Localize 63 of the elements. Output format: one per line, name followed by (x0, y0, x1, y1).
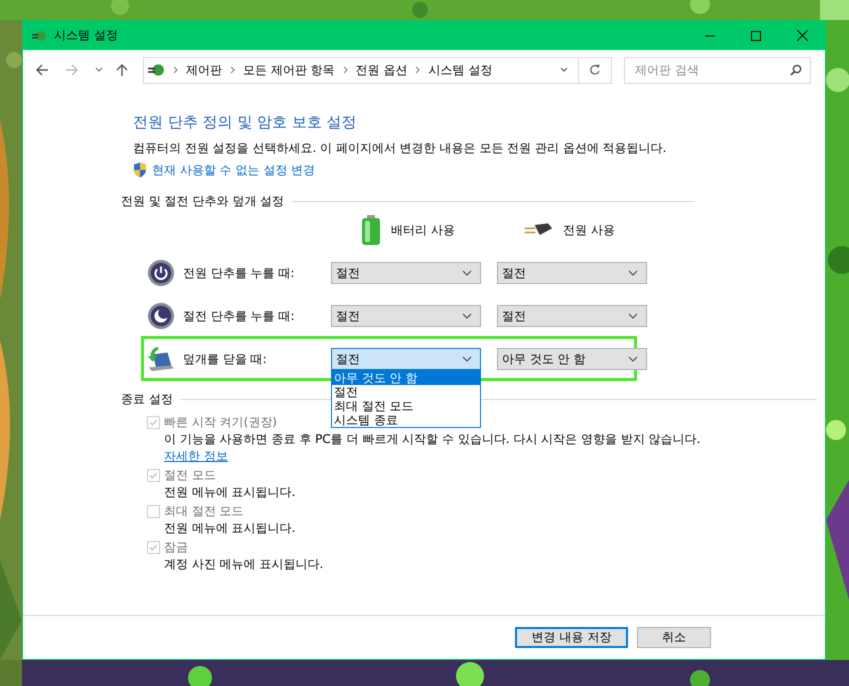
battery-icon (361, 215, 381, 245)
breadcrumb-item[interactable]: 전원 옵션 (356, 62, 408, 78)
chevron-down-icon[interactable] (95, 67, 103, 73)
checkmark-icon (148, 470, 159, 481)
dropdown-option[interactable]: 절전 (332, 385, 480, 399)
window-title: 시스템 설정 (54, 28, 118, 43)
breadcrumb-item[interactable]: 시스템 설정 (428, 62, 492, 78)
back-icon[interactable] (35, 63, 49, 77)
address-bar[interactable]: 제어판 모든 제어판 항목 전원 옵션 시스템 설정 (143, 56, 612, 84)
laptop-icon (147, 345, 175, 373)
moon-button-icon (147, 302, 175, 330)
save-button[interactable]: 변경 내용 저장 (515, 627, 628, 648)
chevron-down-icon (628, 270, 638, 276)
dropdown[interactable]: 절전 (331, 305, 481, 327)
option-description: 전원 메뉴에 표시됩니다. (163, 520, 296, 537)
admin-link[interactable]: 현재 사용할 수 없는 설정 변경 (152, 162, 316, 178)
search-field[interactable]: 제어판 검색 (624, 56, 811, 84)
shield-icon (133, 162, 147, 178)
chevron-down-icon (628, 313, 638, 319)
chevron-down-icon (462, 313, 472, 319)
maximize-icon (751, 30, 761, 40)
breadcrumb-item[interactable]: 모든 제어판 항목 (243, 62, 335, 78)
up-arrow-icon[interactable] (115, 63, 129, 77)
chevron-down-icon (462, 356, 472, 362)
page-description: 컴퓨터의 전원 설정을 선택하세요. 이 페이지에서 변경한 내용은 모든 전원 관리 옵션에 적용됩니다. (133, 141, 668, 156)
dropdown[interactable]: 절전 (497, 262, 647, 284)
chevron-right-icon (173, 66, 178, 74)
dropdown[interactable]: 절전 (331, 348, 481, 370)
row-label: 절전 단추를 누를 때: (183, 308, 294, 324)
page-heading: 전원 단추 정의 및 암호 보호 설정 (133, 113, 358, 132)
section-title: 종료 설정 (121, 392, 173, 407)
power-button-icon (147, 259, 175, 287)
checkbox-label: 빠른 시작 켜기(권장) (164, 414, 277, 431)
dropdown[interactable]: 절전 (331, 262, 481, 284)
dropdown[interactable]: 절전 (497, 305, 647, 327)
option-description: 이 기능을 사용하면 종료 후 PC를 더 빠르게 시작할 수 있습니다. 다시 시작은 영향을 받지 않습니다. (163, 431, 702, 448)
chevron-right-icon (342, 66, 348, 74)
dropdown-option[interactable]: 최대 절전 모드 (332, 399, 480, 413)
dropdown-option[interactable]: 시스템 종료 (332, 413, 480, 427)
dropdown[interactable]: 아무 것도 안 함 (497, 348, 647, 370)
row-label: 전원 단추를 누를 때: (183, 266, 294, 280)
refresh-icon[interactable] (589, 64, 601, 76)
checkmark-icon (148, 542, 159, 553)
close-icon (796, 30, 808, 41)
chevron-right-icon (415, 66, 420, 74)
search-icon[interactable] (790, 64, 802, 76)
row-label: 덮개를 닫을 때: (183, 352, 267, 366)
chevron-down-icon (628, 356, 638, 362)
option-description: 전원 메뉴에 표시됩니다. (163, 484, 296, 501)
column-header: 전원 사용 (563, 222, 615, 238)
dropdown-option[interactable]: 아무 것도 안 함 (332, 371, 480, 385)
checkbox-label: 절전 모드 (164, 467, 216, 484)
checkbox-label: 잠금 (164, 539, 188, 556)
breadcrumb-item[interactable]: 제어판 (186, 62, 222, 78)
column-header: 배터리 사용 (391, 222, 455, 238)
chevron-down-icon[interactable] (560, 67, 568, 73)
chevron-down-icon (462, 270, 472, 276)
checkbox-label: 최대 절전 모드 (164, 503, 244, 520)
checkmark-icon (148, 417, 159, 428)
section-title: 전원 및 절전 단추와 덮개 설정 (121, 194, 284, 209)
option-description: 계정 사진 메뉴에 표시됩니다. (163, 556, 324, 573)
chevron-right-icon (230, 66, 235, 74)
cancel-button[interactable]: 취소 (637, 627, 711, 648)
